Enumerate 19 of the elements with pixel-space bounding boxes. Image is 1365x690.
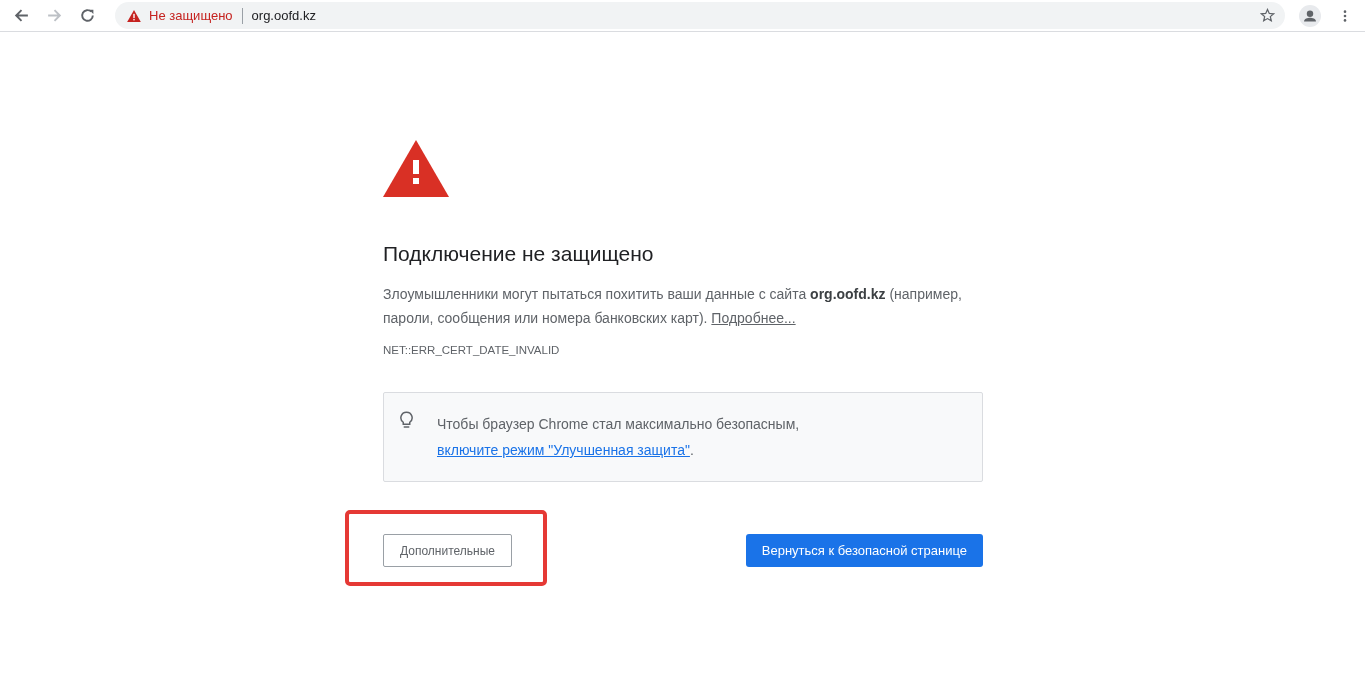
star-icon[interactable] <box>1260 8 1275 23</box>
reload-icon[interactable] <box>79 7 96 24</box>
enhanced-protection-link[interactable]: включите режим "Улучшенная защита" <box>437 442 690 458</box>
learn-more-link[interactable]: Подробнее... <box>711 310 796 326</box>
back-to-safety-button[interactable]: Вернуться к безопасной странице <box>745 534 983 567</box>
menu-icon[interactable] <box>1343 8 1347 23</box>
warning-icon <box>127 9 141 22</box>
warning-triangle-icon <box>383 140 449 197</box>
profile-avatar-icon[interactable] <box>1299 4 1321 27</box>
advanced-button[interactable]: Дополнительные <box>383 534 512 567</box>
security-label: Не защищено <box>149 8 233 23</box>
tip-text: Чтобы браузер Chrome стал максимально безопасным, включите режим "Улучшенная защита". <box>437 415 801 460</box>
back-arrow-icon[interactable] <box>13 7 30 24</box>
page-title: Подключение не защищено <box>383 242 655 266</box>
error-code: NET::ERR_CERT_DATE_INVALID <box>383 344 561 356</box>
lightbulb-icon <box>400 411 413 430</box>
address-bar[interactable]: Не защищено org.oofd.kz <box>115 2 1285 29</box>
url-text: org.oofd.kz <box>251 8 317 23</box>
warning-message: Злоумышленники могут пытаться похитить ваши данные с сайта org.oofd.kz (например, пароли, сообщения или номера банковских карт). Подробнее... <box>383 285 963 328</box>
